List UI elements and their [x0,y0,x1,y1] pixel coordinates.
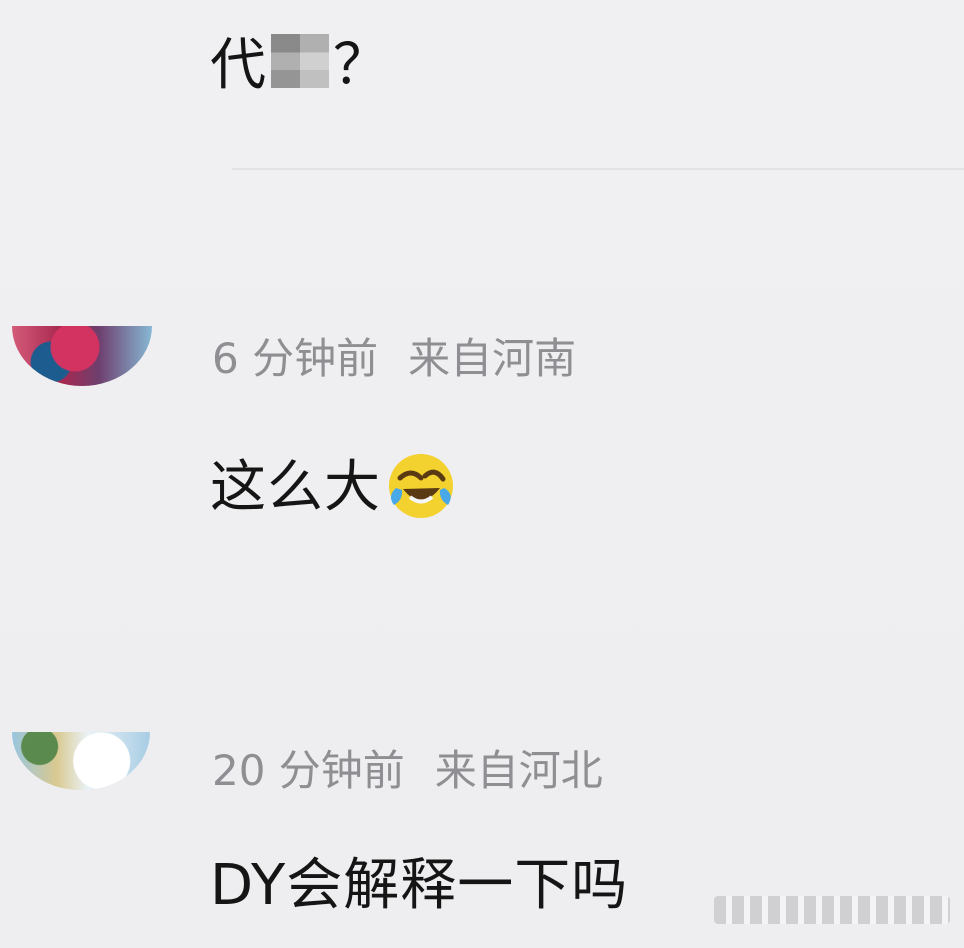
comment-1-text: 代？ [210,34,390,94]
comment-2-meta: 6 分钟前 来自河南 [212,338,576,380]
avatar[interactable] [12,326,152,386]
comment-1-suffix: ？ [333,33,390,98]
watermark [714,896,950,924]
comment-3-location: 来自河北 [434,746,603,795]
comment-2-time: 6 分钟前 [212,334,379,383]
comment-divider [232,168,964,170]
comment-2-text: 这么大 [210,450,457,522]
laughing-crying-emoji-icon [389,454,453,518]
comment-3-meta: 20 分钟前 来自河北 [212,750,603,792]
comment-3-body: DY会解释一下吗 [210,853,629,918]
comment-3-time: 20 分钟前 [212,746,405,795]
comment-1-prefix: 代 [210,33,267,98]
avatar[interactable] [12,732,150,790]
pixelated-censor-icon [271,34,329,88]
comment-feed: 代？ 6 分钟前 来自河南 这么大 20 分钟前 来自河北 DY会解释一下吗 [0,0,964,948]
comment-2-location: 来自河南 [408,334,577,383]
comment-2-body: 这么大 [210,455,381,520]
comment-3-text: DY会解释一下吗 [210,858,628,914]
